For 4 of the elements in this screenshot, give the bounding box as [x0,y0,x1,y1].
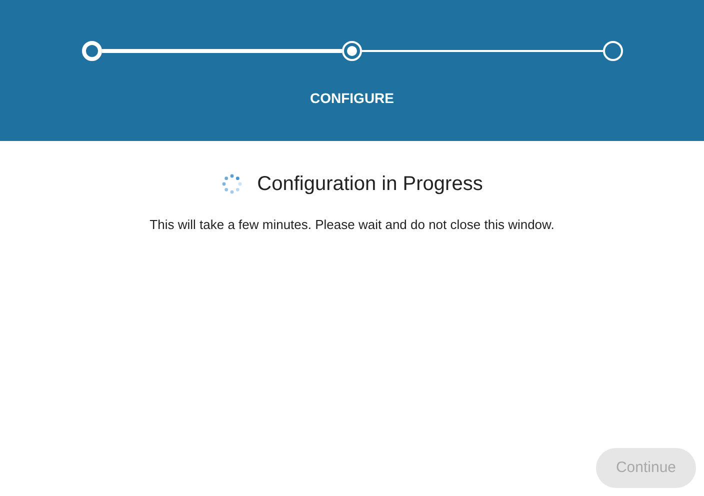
step-label: CONFIGURE [310,89,394,108]
progress-title: Configuration in Progress [257,172,483,197]
progress-message: This will take a few minutes. Please wait and do not close this window. [150,216,554,234]
spinner-icon [221,173,244,195]
